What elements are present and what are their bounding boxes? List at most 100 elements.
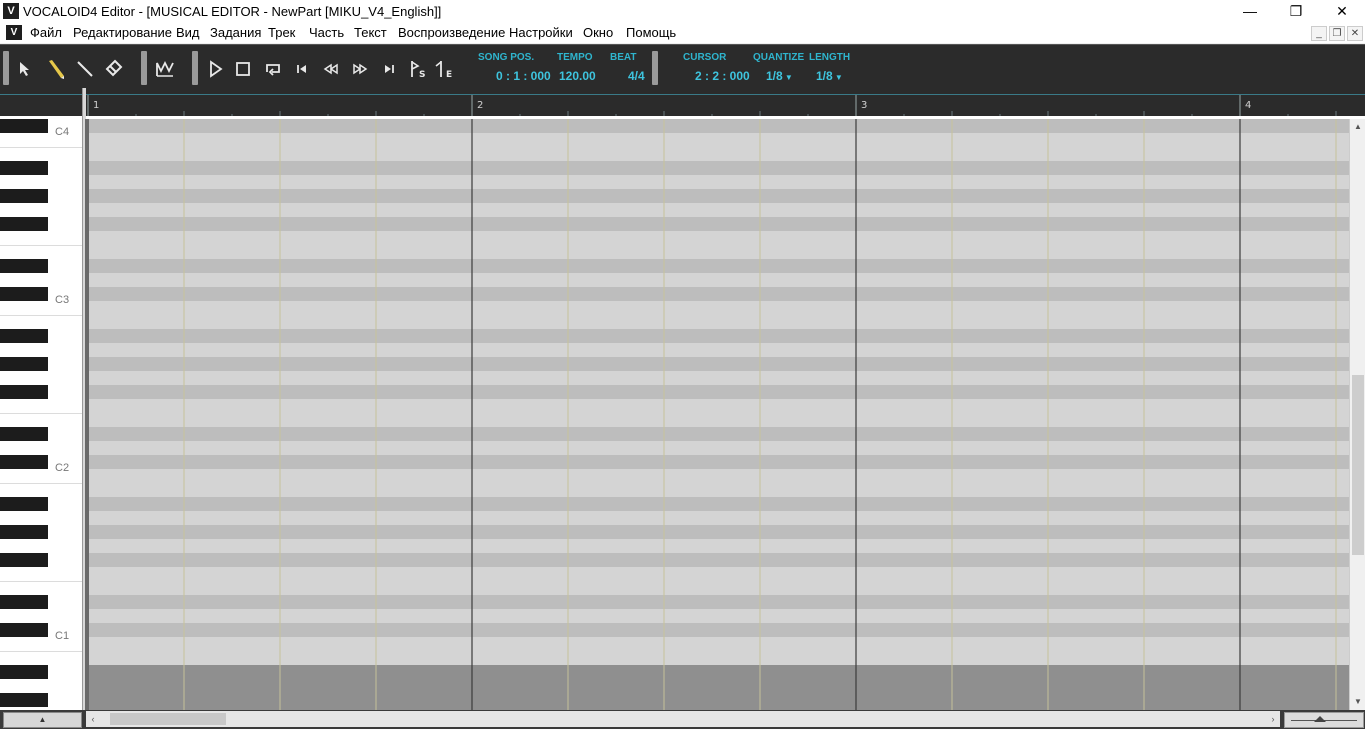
- note-row[interactable]: [85, 231, 1349, 245]
- black-key[interactable]: [0, 665, 48, 679]
- beat-value[interactable]: 4/4: [628, 69, 645, 83]
- pencil-tool-button[interactable]: [44, 57, 68, 81]
- stop-button[interactable]: [231, 57, 255, 81]
- note-row[interactable]: [85, 567, 1349, 581]
- vertical-scrollbar[interactable]: ▲ ▼: [1349, 119, 1365, 710]
- black-key[interactable]: [0, 259, 48, 273]
- black-key[interactable]: [0, 693, 48, 707]
- scroll-right-button[interactable]: ›: [1266, 711, 1280, 727]
- note-row[interactable]: [85, 595, 1349, 609]
- piano-keyboard[interactable]: C4 C3 C2 C1: [0, 119, 84, 710]
- note-row[interactable]: [85, 469, 1349, 483]
- black-key[interactable]: [0, 357, 48, 371]
- note-row[interactable]: [85, 315, 1349, 329]
- note-row[interactable]: [85, 245, 1349, 259]
- menu-job[interactable]: Задания: [210, 25, 261, 40]
- eraser-tool-button[interactable]: [102, 57, 126, 81]
- menu-help[interactable]: Помощь: [626, 25, 676, 40]
- mdi-restore-button[interactable]: ❐: [1329, 26, 1345, 41]
- vocaloid-app-icon[interactable]: V: [3, 3, 19, 19]
- note-row[interactable]: [85, 119, 1349, 133]
- start-marker-button[interactable]: S: [405, 57, 429, 81]
- minimize-button[interactable]: —: [1227, 0, 1273, 22]
- note-row[interactable]: [85, 287, 1349, 301]
- note-row[interactable]: [85, 609, 1349, 623]
- note-row[interactable]: [85, 427, 1349, 441]
- note-row[interactable]: [85, 301, 1349, 315]
- menu-edit[interactable]: Редактирование: [73, 25, 172, 40]
- black-key[interactable]: [0, 623, 48, 637]
- note-row[interactable]: [85, 665, 1349, 679]
- toolbar-grip[interactable]: [192, 51, 198, 85]
- note-row[interactable]: [85, 385, 1349, 399]
- black-key[interactable]: [0, 161, 48, 175]
- note-row[interactable]: [85, 483, 1349, 497]
- rewind-button[interactable]: [319, 57, 343, 81]
- note-row[interactable]: [85, 343, 1349, 357]
- document-menu-icon[interactable]: V: [6, 25, 22, 40]
- note-row[interactable]: [85, 553, 1349, 567]
- black-key[interactable]: [0, 455, 48, 469]
- note-row[interactable]: [85, 259, 1349, 273]
- length-dropdown[interactable]: 1/8 ▼: [816, 69, 843, 83]
- note-row[interactable]: [85, 413, 1349, 427]
- note-row[interactable]: [85, 371, 1349, 385]
- note-row[interactable]: [85, 623, 1349, 637]
- note-row[interactable]: [85, 679, 1349, 693]
- black-key[interactable]: [0, 497, 48, 511]
- note-row[interactable]: [85, 441, 1349, 455]
- go-to-start-button[interactable]: [290, 57, 314, 81]
- vertical-scroll-thumb[interactable]: [1352, 375, 1364, 555]
- black-key[interactable]: [0, 427, 48, 441]
- black-key[interactable]: [0, 329, 48, 343]
- end-marker-button[interactable]: E: [433, 57, 457, 81]
- scroll-left-button[interactable]: ‹: [86, 711, 100, 727]
- toolbar-grip[interactable]: [652, 51, 658, 85]
- menu-window[interactable]: Окно: [583, 25, 613, 40]
- horizontal-scroll-thumb[interactable]: [110, 713, 226, 725]
- note-row[interactable]: [85, 539, 1349, 553]
- scroll-up-button[interactable]: ▲: [1350, 119, 1365, 135]
- black-key[interactable]: [0, 189, 48, 203]
- note-row[interactable]: [85, 637, 1349, 651]
- horizontal-zoom-slider[interactable]: [1284, 712, 1364, 728]
- line-tool-button[interactable]: [73, 57, 97, 81]
- menu-file[interactable]: Файл: [30, 25, 62, 40]
- note-row[interactable]: [85, 581, 1349, 595]
- piano-roll-grid[interactable]: [85, 119, 1349, 710]
- note-row[interactable]: [85, 161, 1349, 175]
- play-button[interactable]: [203, 57, 227, 81]
- note-row[interactable]: [85, 329, 1349, 343]
- go-to-end-button[interactable]: [377, 57, 401, 81]
- close-button[interactable]: ✕: [1319, 0, 1365, 22]
- arrow-tool-button[interactable]: [14, 57, 38, 81]
- menu-playback[interactable]: Воспроизведение: [398, 25, 505, 40]
- tempo-value[interactable]: 120.00: [559, 69, 596, 83]
- keyboard-zoom-box[interactable]: ▲: [3, 712, 82, 728]
- black-key[interactable]: [0, 119, 48, 133]
- black-key[interactable]: [0, 595, 48, 609]
- note-row[interactable]: [85, 133, 1349, 147]
- menu-settings[interactable]: Настройки: [509, 25, 573, 40]
- menu-view[interactable]: Вид: [176, 25, 200, 40]
- black-key[interactable]: [0, 287, 48, 301]
- mdi-minimize-button[interactable]: _: [1311, 26, 1327, 41]
- menu-lyrics[interactable]: Текст: [354, 25, 387, 40]
- note-row[interactable]: [85, 175, 1349, 189]
- menu-part[interactable]: Часть: [309, 25, 344, 40]
- quantize-dropdown[interactable]: 1/8 ▼: [766, 69, 793, 83]
- toolbar-grip[interactable]: [141, 51, 147, 85]
- note-row[interactable]: [85, 189, 1349, 203]
- toolbar-grip[interactable]: [3, 51, 9, 85]
- note-row[interactable]: [85, 693, 1349, 707]
- fast-forward-button[interactable]: [348, 57, 372, 81]
- note-row[interactable]: [85, 399, 1349, 413]
- black-key[interactable]: [0, 385, 48, 399]
- note-row[interactable]: [85, 147, 1349, 161]
- black-key[interactable]: [0, 525, 48, 539]
- black-key[interactable]: [0, 217, 48, 231]
- scroll-down-button[interactable]: ▼: [1350, 694, 1365, 710]
- note-row[interactable]: [85, 455, 1349, 469]
- maximize-button[interactable]: ❐: [1273, 0, 1319, 22]
- horizontal-scrollbar[interactable]: ‹ ›: [86, 711, 1280, 727]
